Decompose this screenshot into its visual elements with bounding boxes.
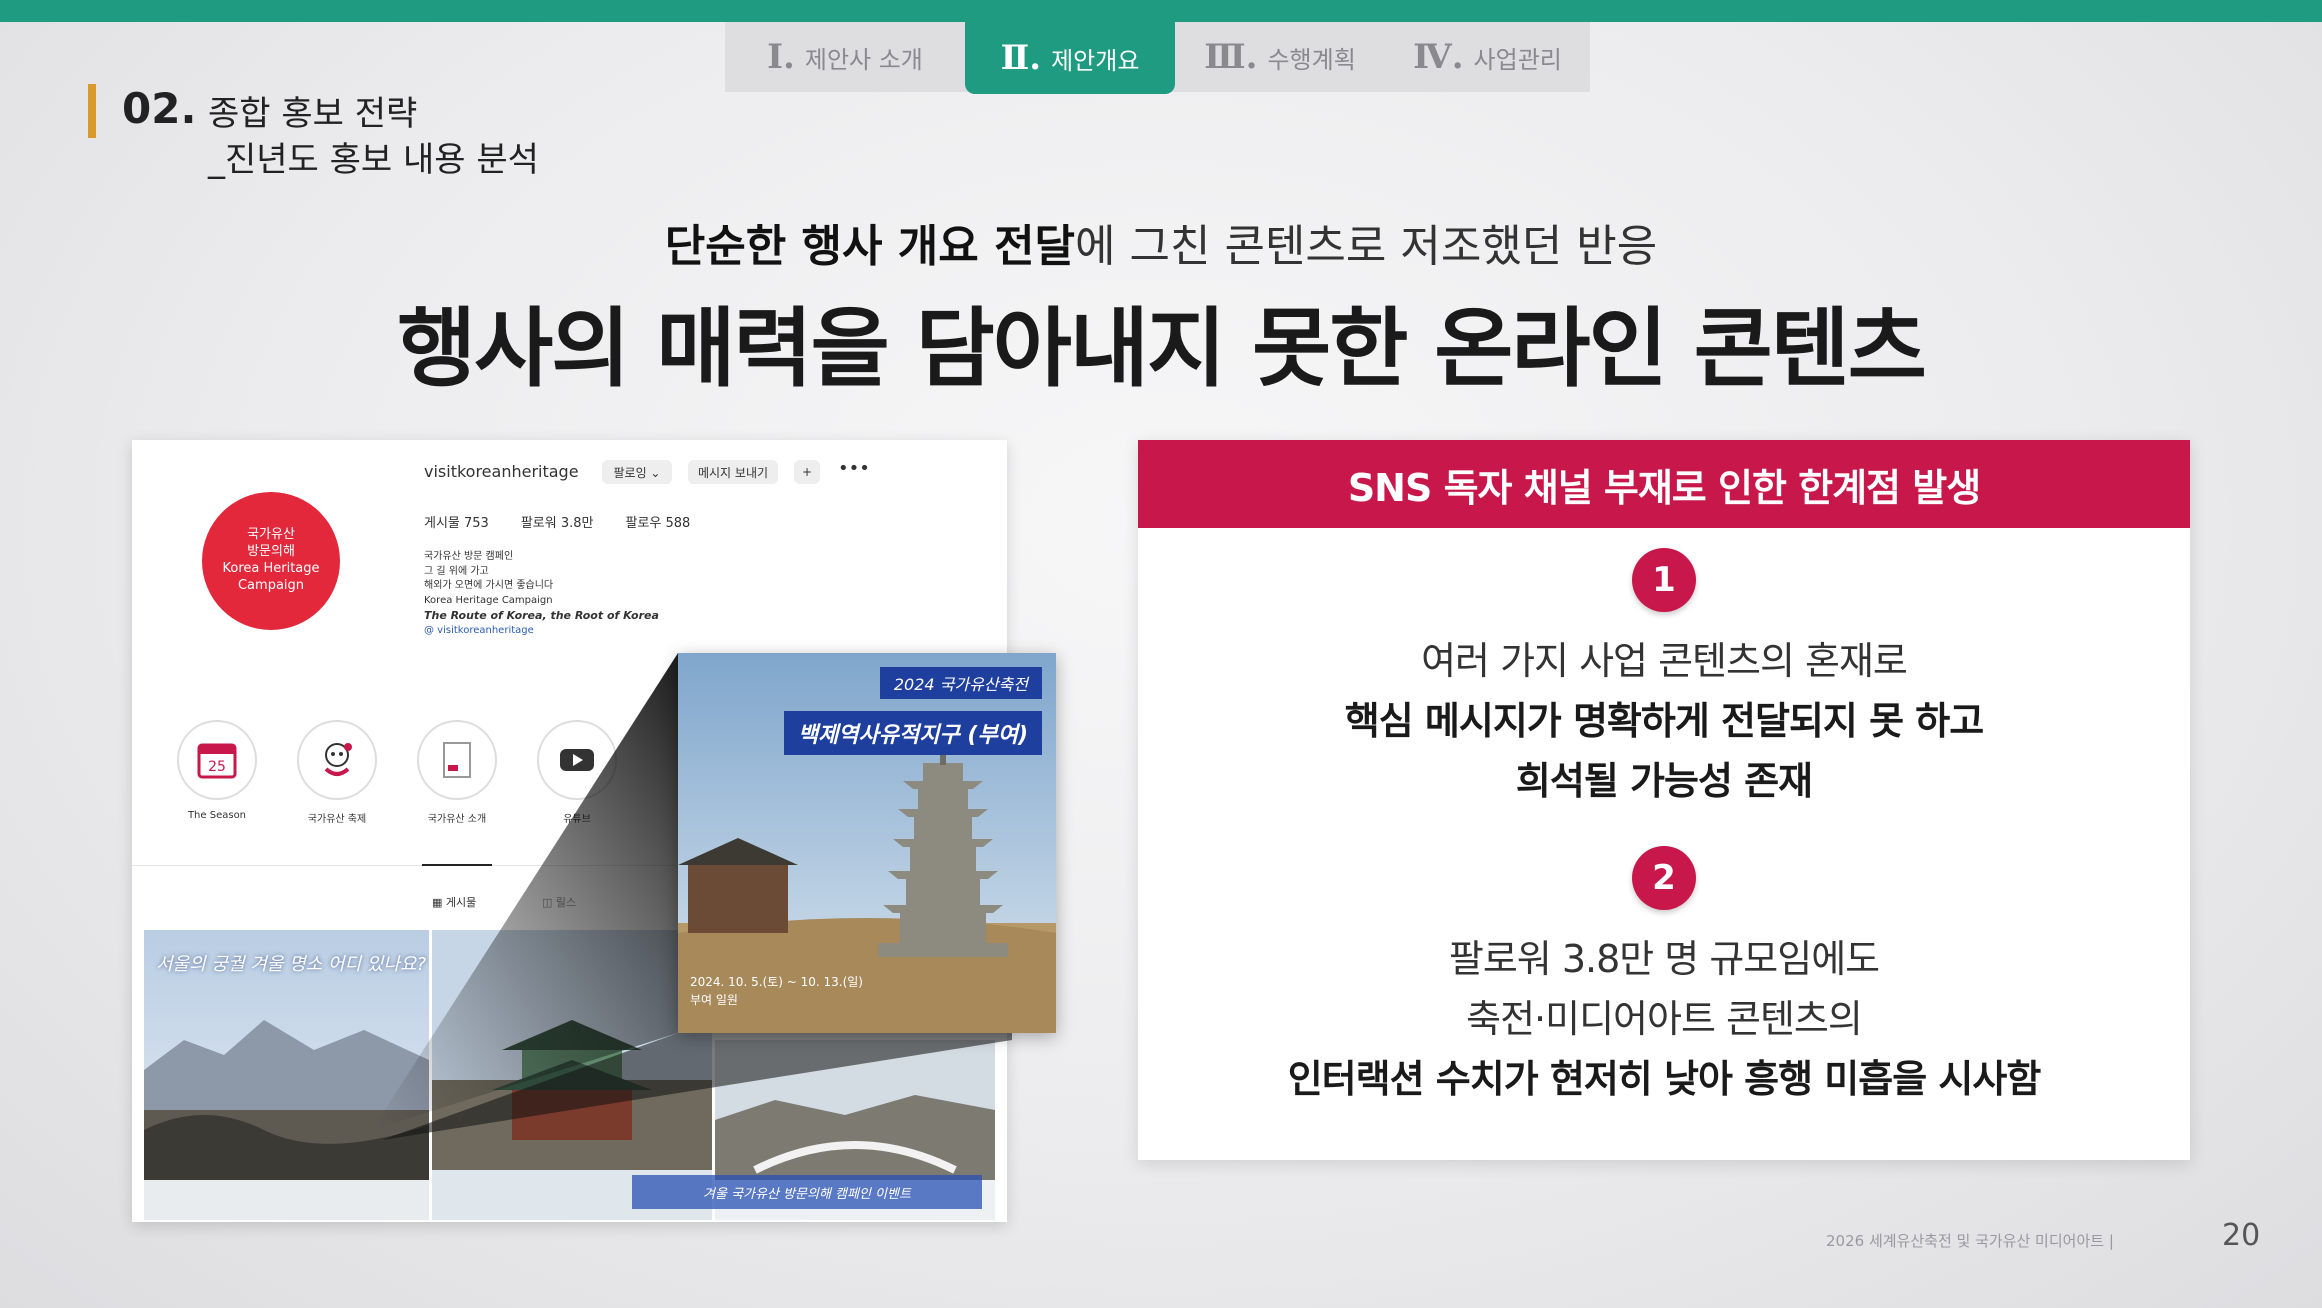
bio-line: 국가유산 방문 캠페인 [424, 551, 514, 562]
top-accent-bar [0, 0, 2322, 22]
zoom-card-date: 2024. 10. 5.(토) ~ 10. 13.(일) 부여 일원 [690, 975, 863, 1007]
point-2-badge: 2 [1632, 846, 1696, 910]
photo-banner: 겨울 국가유산 방문의해 캠페인 이벤트 [632, 1175, 982, 1209]
point-2-line-3: 인터랙션 수치가 현저히 낮아 흥행 미흡을 시사함 [1287, 1057, 2042, 1101]
highlight-heritage-intro[interactable]: 국가유산 소개 [414, 720, 500, 825]
tab-reels[interactable]: ◫ 릴스 [542, 894, 576, 910]
panel-header: SNS 독자 채널 부재로 인한 한계점 발생 [1138, 440, 2190, 528]
youtube-icon [537, 720, 617, 800]
photo-caption: 서울의 궁궐 겨울 명소 어디 있나요? [156, 954, 427, 975]
more-options-icon[interactable]: ••• [838, 458, 870, 479]
profile-stats: 게시물 753 팔로워 3.8만 팔로우 588 [424, 512, 690, 531]
main-headline: 행사의 매력을 담아내지 못한 온라인 콘텐츠 [397, 299, 1927, 399]
bio-line: 그 길 위에 가고 [424, 565, 489, 577]
tab-posts[interactable]: ▦ 게시물 [432, 894, 476, 910]
calendar-icon: 25 [177, 720, 257, 800]
zoomed-post-festival[interactable]: 2024 국가유산축전 백제역사유적지구 (부여) 2024. 10. 5.(토… [678, 653, 1056, 1033]
bio-line: 해외가 오면에 가시면 좋습니다 [424, 580, 554, 591]
tab-company-intro[interactable]: Ⅰ. 제안사 소개 [725, 22, 965, 92]
add-person-button[interactable]: + [794, 460, 820, 484]
profile-bio: 국가유산 방문 캠페인 그 길 위에 가고 해외가 오면에 가시면 좋습니다 K… [424, 550, 704, 638]
page-number: 20 [2222, 1218, 2261, 1253]
stat-posts: 게시물 753 [424, 516, 489, 531]
section-subtitle: _진년도 홍보 내용 분석 [208, 140, 539, 180]
avatar-text: 국가유산 방문의해 Korea Heritage Campaign [222, 527, 320, 593]
active-tab-indicator [422, 864, 492, 866]
point-2-line-2: 축전·미디어아트 콘텐츠의 [1466, 997, 1863, 1041]
document-icon [417, 720, 497, 800]
footer-project-name: 2026 세계유산축전 및 국가유산 미디어아트 | [1826, 1232, 2114, 1250]
sub-headline-rest: 에 그친 콘텐츠로 저조했던 반응 [1075, 221, 1658, 272]
sub-headline: 단순한 행사 개요 전달에 그친 콘텐츠로 저조했던 반응 [0, 210, 2322, 274]
stat-following: 팔로우 588 [625, 516, 691, 531]
point-2-line-1: 팔로워 3.8만 명 규모임에도 [1448, 937, 1880, 981]
limitations-panel: SNS 독자 채널 부재로 인한 한계점 발생 1 여러 가지 사업 콘텐츠의 … [1138, 440, 2190, 1160]
point-1-line-3: 희석될 가능성 존재 [1515, 759, 1813, 803]
section-marker [88, 84, 96, 138]
highlight-season[interactable]: 25 The Season [174, 720, 260, 821]
bio-line: Korea Heritage Campaign [424, 594, 553, 606]
point-1-line-2: 핵심 메시지가 명확하게 전달되지 못 하고 [1344, 699, 1984, 743]
following-button[interactable]: 팔로잉 ⌄ [602, 460, 672, 484]
bio-tagline: The Route of Korea, the Root of Korea [424, 609, 659, 622]
tab-proposal-overview[interactable]: Ⅱ. 제안개요 [965, 22, 1175, 94]
tab-execution-plan[interactable]: Ⅲ. 수행계획 [1175, 22, 1385, 92]
point-1-line-1: 여러 가지 사업 콘텐츠의 혼재로 [1421, 639, 1908, 683]
profile-username: visitkoreanheritage [424, 462, 579, 481]
zoom-card-title-large: 백제역사유적지구 (부여) [783, 711, 1042, 755]
sub-headline-bold: 단순한 행사 개요 전달 [664, 221, 1076, 272]
tab-project-management[interactable]: Ⅳ. 사업관리 [1385, 22, 1590, 92]
avatar: 국가유산 방문의해 Korea Heritage Campaign [202, 492, 340, 630]
bio-link[interactable]: @ visitkoreanheritage [424, 624, 704, 639]
point-1-badge: 1 [1632, 548, 1696, 612]
highlight-festival[interactable]: 국가유산 축제 [294, 720, 380, 825]
mascot-icon [297, 720, 377, 800]
highlight-youtube[interactable]: 유튜브 [534, 720, 620, 825]
stat-followers: 팔로워 3.8만 [520, 516, 594, 531]
svg-text:25: 25 [208, 759, 226, 775]
section-title: 종합 홍보 전략 [208, 94, 418, 134]
message-button[interactable]: 메시지 보내기 [688, 460, 778, 484]
section-number: 02. [122, 84, 197, 133]
chapter-tabs: Ⅰ. 제안사 소개 Ⅱ. 제안개요 Ⅲ. 수행계획 Ⅳ. 사업관리 [725, 22, 1590, 94]
zoom-card-title-small: 2024 국가유산축전 [879, 667, 1042, 699]
